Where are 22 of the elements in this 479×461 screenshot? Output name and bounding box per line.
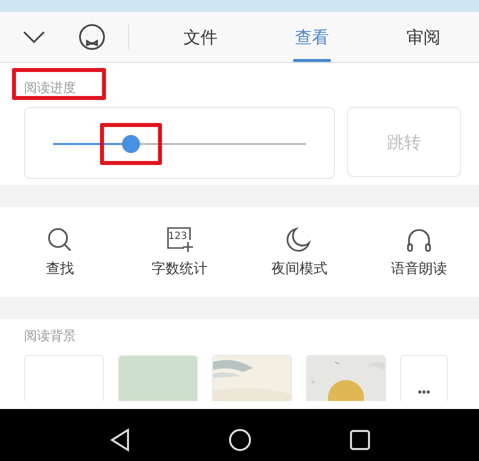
search-icon <box>46 226 74 254</box>
home-icon[interactable] <box>228 428 252 452</box>
back-icon[interactable] <box>108 428 130 452</box>
tool-button[interactable]: 123 字数统计 <box>120 226 240 278</box>
toolbar-tab[interactable]: 查看 <box>256 12 368 62</box>
more-button[interactable]: ••• <box>400 355 448 401</box>
counter-icon-text: 123 <box>168 230 188 242</box>
headphones-icon <box>405 226 434 254</box>
section-title: 阅读进度 <box>24 80 77 97</box>
moon-icon <box>285 226 314 254</box>
tool-button[interactable]: 语音朗读 <box>359 226 479 278</box>
collapse-icon[interactable] <box>22 30 46 44</box>
background-swatch[interactable] <box>118 355 198 401</box>
section-title: 阅读背景 <box>24 328 77 345</box>
smiley-icon[interactable] <box>78 23 106 51</box>
recents-icon[interactable] <box>348 428 370 450</box>
tool-button[interactable]: 查找 <box>0 226 120 278</box>
counter-icon <box>166 226 194 254</box>
tool-button[interactable]: 夜间模式 <box>240 226 360 278</box>
slider-thumb[interactable] <box>122 135 140 153</box>
toolbar-tab[interactable]: 文件 <box>145 12 256 62</box>
toolbar-tab[interactable]: 审阅 <box>368 12 479 62</box>
